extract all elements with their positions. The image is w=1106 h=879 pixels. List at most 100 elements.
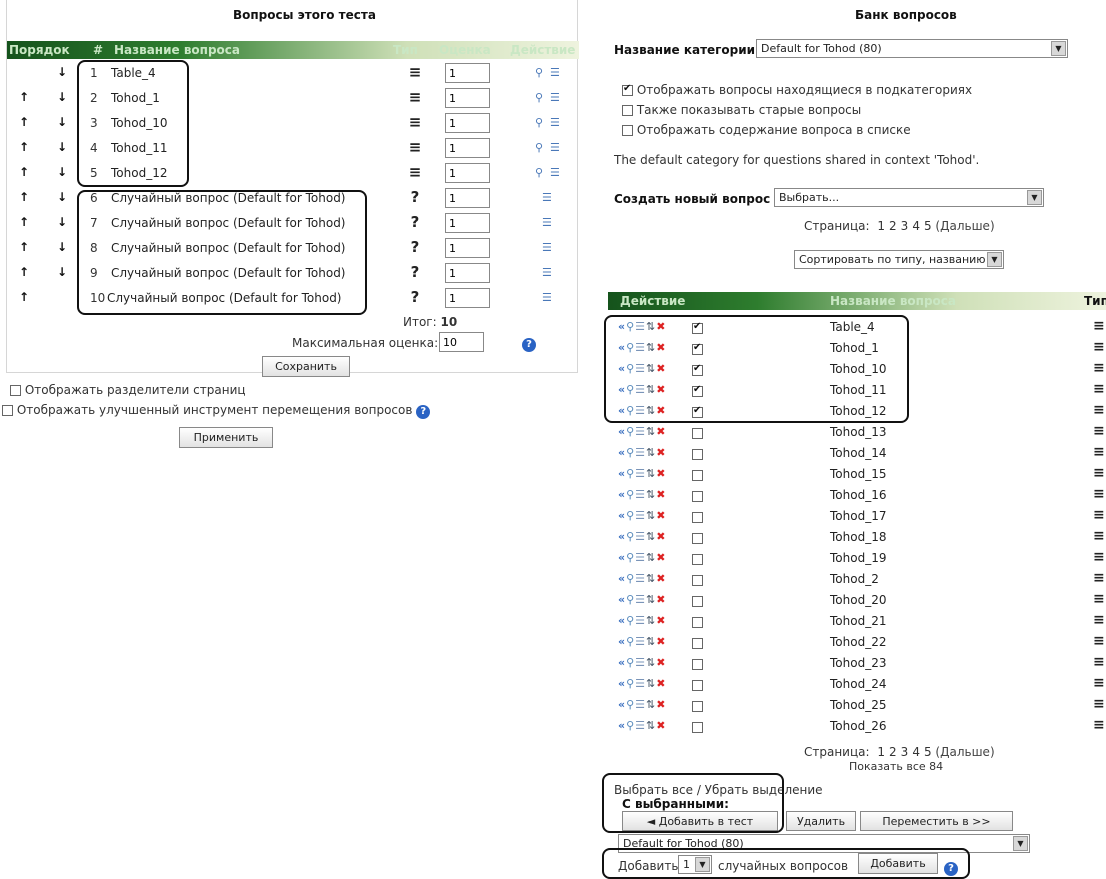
sort-select[interactable]: Сортировать по типу, названию ▼ (794, 250, 1004, 269)
help-icon[interactable]: ? (944, 860, 958, 876)
add-to-quiz-icon[interactable]: « (618, 341, 626, 354)
edit-icon[interactable]: ☰ (550, 141, 562, 154)
bank-question-checkbox[interactable] (692, 512, 703, 523)
delete-icon[interactable]: ✖ (656, 404, 666, 417)
delete-icon[interactable]: ✖ (656, 698, 666, 711)
page-breaks-option[interactable]: Отображать разделители страниц (10, 383, 246, 397)
edit-icon[interactable]: ☰ (635, 425, 646, 438)
delete-icon[interactable]: ✖ (656, 320, 666, 333)
preview-icon[interactable]: ⚲ (535, 116, 545, 129)
improved-tool-option[interactable]: Отображать улучшенный инструмент перемещ… (2, 403, 431, 419)
bank-question-checkbox[interactable] (692, 449, 703, 460)
preview-icon[interactable]: ⚲ (626, 551, 635, 564)
delete-icon[interactable]: ✖ (656, 509, 666, 522)
edit-icon[interactable]: ☰ (550, 166, 562, 179)
preview-icon[interactable]: ⚲ (626, 677, 635, 690)
select-all-link[interactable]: Выбрать все / Убрать выделение (614, 783, 823, 797)
edit-icon[interactable]: ☰ (635, 719, 646, 732)
bank-question-checkbox[interactable] (692, 638, 703, 649)
add-to-quiz-icon[interactable]: « (618, 530, 626, 543)
bank-question-checkbox[interactable] (692, 428, 703, 439)
page-breaks-checkbox[interactable] (10, 385, 21, 396)
move-up-icon[interactable]: ↑ (19, 240, 29, 254)
add-to-quiz-icon[interactable]: « (618, 467, 626, 480)
preview-icon[interactable]: ⚲ (626, 530, 635, 543)
add-to-quiz-icon[interactable]: « (618, 383, 626, 396)
add-to-quiz-icon[interactable]: « (618, 509, 626, 522)
bank-question-checkbox[interactable] (692, 342, 703, 355)
edit-icon[interactable]: ☰ (635, 698, 646, 711)
add-to-quiz-icon[interactable]: « (618, 425, 626, 438)
delete-icon[interactable]: ✖ (656, 551, 666, 564)
next-page-link[interactable]: (Дальше) (935, 745, 994, 759)
bank-question-checkbox[interactable] (692, 596, 703, 607)
preview-icon[interactable]: ⚲ (626, 719, 635, 732)
help-icon[interactable]: ? (416, 405, 431, 419)
delete-icon[interactable]: ✖ (656, 677, 666, 690)
delete-icon[interactable]: ✖ (656, 593, 666, 606)
page-link[interactable]: 1 (877, 219, 885, 233)
edit-icon[interactable]: ☰ (550, 66, 562, 79)
delete-icon[interactable]: ✖ (656, 635, 666, 648)
edit-icon[interactable]: ☰ (550, 116, 562, 129)
bank-question-checkbox[interactable] (692, 533, 703, 544)
move-icon[interactable]: ⇅ (646, 551, 656, 564)
add-to-quiz-button[interactable]: ◄ Добавить в тест (622, 811, 778, 831)
move-up-icon[interactable]: ↑ (19, 90, 29, 104)
add-to-quiz-icon[interactable]: « (618, 614, 626, 627)
edit-icon[interactable]: ☰ (635, 383, 646, 396)
move-icon[interactable]: ⇅ (646, 572, 656, 585)
question-grade-input[interactable] (445, 163, 490, 183)
bank-question-checkbox[interactable] (692, 680, 703, 691)
question-grade-input[interactable] (445, 113, 490, 133)
move-icon[interactable]: ⇅ (646, 719, 656, 732)
delete-icon[interactable]: ✖ (656, 341, 666, 354)
category-select[interactable]: Default for Tohod (80) ▼ (756, 39, 1068, 58)
move-up-icon[interactable]: ↑ (19, 190, 29, 204)
edit-icon[interactable]: ☰ (550, 91, 562, 104)
move-down-icon[interactable]: ↓ (57, 140, 67, 154)
page-link[interactable]: 2 (889, 745, 897, 759)
move-icon[interactable]: ⇅ (646, 677, 656, 690)
bank-question-checkbox[interactable] (692, 491, 703, 502)
edit-icon[interactable]: ☰ (635, 404, 646, 417)
show-all-link[interactable]: Показать все 84 (849, 760, 943, 773)
preview-icon[interactable]: ⚲ (626, 446, 635, 459)
move-icon[interactable]: ⇅ (646, 446, 656, 459)
preview-icon[interactable]: ⚲ (535, 166, 545, 179)
bank-option[interactable]: Отображать содержание вопроса в списке (622, 123, 911, 137)
preview-icon[interactable]: ⚲ (626, 467, 635, 480)
delete-icon[interactable]: ✖ (656, 719, 666, 732)
move-down-icon[interactable]: ↓ (57, 165, 67, 179)
delete-icon[interactable]: ✖ (656, 425, 666, 438)
edit-icon[interactable]: ☰ (635, 572, 646, 585)
move-icon[interactable]: ⇅ (646, 383, 656, 396)
delete-button[interactable]: Удалить (786, 811, 856, 831)
add-to-quiz-icon[interactable]: « (618, 488, 626, 501)
edit-icon[interactable]: ☰ (542, 291, 554, 304)
move-icon[interactable]: ⇅ (646, 593, 656, 606)
add-to-quiz-icon[interactable]: « (618, 446, 626, 459)
next-page-link[interactable]: (Дальше) (935, 219, 994, 233)
preview-icon[interactable]: ⚲ (626, 383, 635, 396)
move-up-icon[interactable]: ↑ (19, 140, 29, 154)
edit-icon[interactable]: ☰ (635, 593, 646, 606)
delete-icon[interactable]: ✖ (656, 362, 666, 375)
preview-icon[interactable]: ⚲ (626, 698, 635, 711)
edit-icon[interactable]: ☰ (635, 341, 646, 354)
preview-icon[interactable]: ⚲ (626, 656, 635, 669)
question-grade-input[interactable] (445, 88, 490, 108)
preview-icon[interactable]: ⚲ (626, 635, 635, 648)
preview-icon[interactable]: ⚲ (535, 66, 545, 79)
bank-question-checkbox[interactable] (692, 321, 703, 334)
move-icon[interactable]: ⇅ (646, 635, 656, 648)
move-target-select[interactable]: Default for Tohod (80) ▼ (618, 834, 1030, 853)
question-grade-input[interactable] (445, 138, 490, 158)
move-down-icon[interactable]: ↓ (57, 90, 67, 104)
add-to-quiz-icon[interactable]: « (618, 572, 626, 585)
create-question-select[interactable]: Выбрать... ▼ (774, 188, 1044, 207)
bank-question-checkbox[interactable] (692, 722, 703, 733)
question-grade-input[interactable] (445, 188, 490, 208)
random-count-select[interactable]: 1 ▼ (678, 855, 712, 874)
bank-option[interactable]: Отображать вопросы находящиеся в подкате… (622, 83, 972, 97)
